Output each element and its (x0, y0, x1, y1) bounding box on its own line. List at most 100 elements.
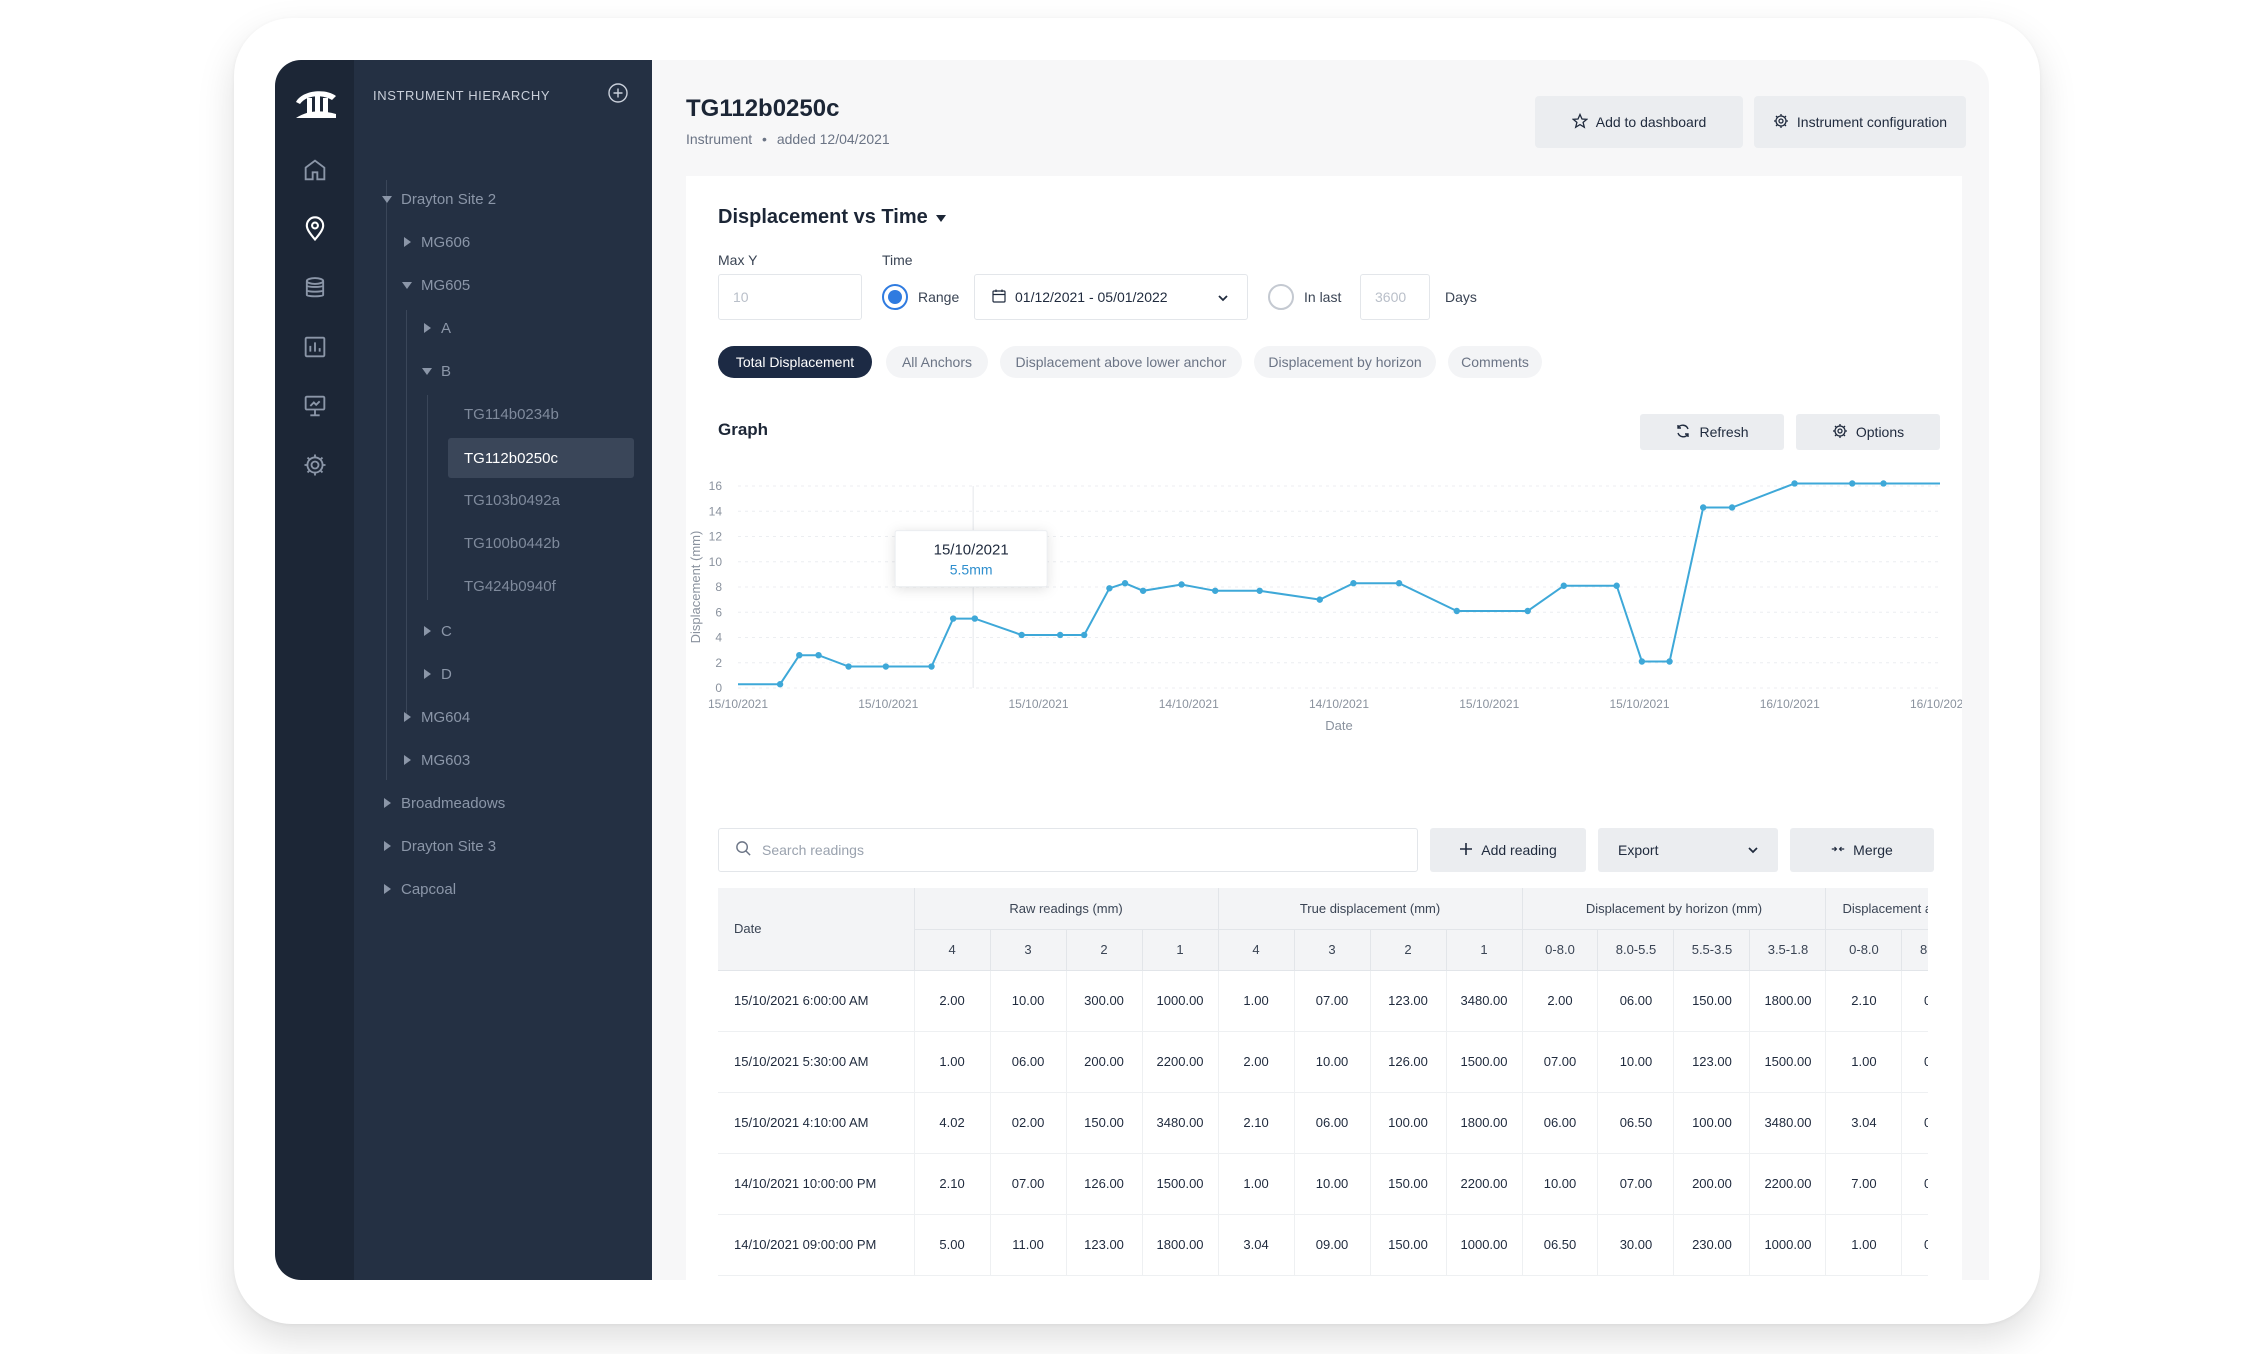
table-cell: 08.00 (1901, 1214, 1928, 1276)
sub-column-header[interactable]: 0-8.0 (1521, 929, 1598, 971)
options-button[interactable]: Options (1796, 414, 1940, 450)
tab-displacement-by-horizon[interactable]: Displacement by horizon (1254, 346, 1436, 378)
merge-button[interactable]: Merge (1790, 828, 1934, 872)
tree-node-mg603[interactable]: MG603 (400, 743, 470, 777)
tab-total-displacement[interactable]: Total Displacement (718, 346, 872, 378)
table-cell: 06.00 (1597, 970, 1674, 1032)
date-column-header[interactable]: Date (718, 888, 915, 971)
page-subtitle: Instrument • added 12/04/2021 (686, 131, 890, 147)
tree-node-drayton-site-3[interactable]: Drayton Site 3 (380, 829, 496, 863)
bar-chart-icon[interactable] (301, 333, 329, 361)
data-point (1178, 581, 1185, 588)
refresh-button[interactable]: Refresh (1640, 414, 1784, 450)
tree-node-c[interactable]: C (420, 614, 452, 648)
sub-column-header[interactable]: 2 (1065, 929, 1143, 971)
tree-leaf-instrument[interactable]: TG103b0492a (448, 483, 634, 517)
table-cell: 2200.00 (1749, 1153, 1826, 1215)
chart-selector[interactable]: Displacement vs Time (718, 206, 946, 229)
caret-right-icon (400, 755, 414, 765)
sub-column-header[interactable]: 3 (1293, 929, 1371, 971)
app-logo-icon[interactable] (292, 80, 338, 126)
date-range-select[interactable]: 01/12/2021 - 05/01/2022 (974, 274, 1248, 320)
tree-node-b[interactable]: B (420, 354, 451, 388)
table-cell: 3.04 (1825, 1092, 1902, 1154)
gear-icon (1773, 113, 1789, 132)
home-icon[interactable] (301, 156, 329, 184)
sub-column-header[interactable]: 2 (1369, 929, 1446, 971)
tree-node-broadmeadows[interactable]: Broadmeadows (380, 786, 505, 820)
instrument-hierarchy-panel: INSTRUMENT HIERARCHY Drayton Site 2 MG60… (354, 60, 652, 1280)
sub-column-header[interactable]: 1 (1445, 929, 1522, 971)
chevron-down-icon (1215, 290, 1231, 309)
database-icon[interactable] (301, 274, 329, 302)
table-row[interactable]: 15/10/2021 4:10:00 AM 4.02 02.00 150.00 3480… (718, 1092, 1928, 1154)
export-dropdown[interactable]: Export (1598, 828, 1778, 872)
tree-node-label: C (441, 622, 452, 640)
table-cell: 2.10 (913, 1153, 991, 1215)
table-cell: 3.04 (1217, 1214, 1295, 1276)
gear-icon[interactable] (301, 451, 329, 479)
table-cell: 10.00 (1293, 1031, 1371, 1093)
data-point (1613, 582, 1620, 589)
range-radio[interactable] (882, 284, 908, 310)
add-node-icon[interactable] (607, 82, 629, 104)
in-last-input[interactable]: 3600 (1360, 274, 1430, 320)
sub-column-header[interactable]: 4 (913, 929, 991, 971)
add-to-dashboard-button[interactable]: Add to dashboard (1535, 96, 1743, 148)
table-cell: 10.00 (989, 970, 1067, 1032)
tree-leaf-instrument[interactable]: TG424b0940f (448, 569, 634, 603)
tree-leaf-instrument-selected[interactable]: TG112b0250c (448, 438, 634, 478)
table-row[interactable]: 14/10/2021 10:00:00 PM 2.10 07.00 126.00 150… (718, 1153, 1928, 1215)
table-cell: 1.00 (1217, 1153, 1295, 1215)
in-last-label: In last (1304, 289, 1342, 305)
add-reading-button[interactable]: Add reading (1430, 828, 1586, 872)
presentation-icon[interactable] (301, 392, 329, 420)
table-cell: 1500.00 (1141, 1153, 1219, 1215)
location-pin-icon[interactable] (301, 215, 329, 243)
sub-column-header[interactable]: 5.5-3.5 (1673, 929, 1750, 971)
sub-column-header[interactable]: 0-8.0 (1825, 929, 1902, 971)
table-cell: 03.00 (1901, 1153, 1928, 1215)
table-cell: 3480.00 (1749, 1092, 1826, 1154)
sub-column-header[interactable]: 8.0-5.5 (1597, 929, 1674, 971)
table-row[interactable]: 15/10/2021 6:00:00 AM 2.00 10.00 300.00 1000… (718, 970, 1928, 1032)
table-row[interactable]: 15/10/2021 5:30:00 AM 1.00 06.00 200.00 2200… (718, 1031, 1928, 1093)
sub-column-header[interactable]: 8.0-5.5 (1901, 929, 1928, 971)
tree-node-label: MG605 (421, 276, 471, 294)
table-cell: 2.00 (1217, 1031, 1295, 1093)
table-cell: 02.00 (989, 1092, 1067, 1154)
search-readings-input[interactable]: Search readings (718, 828, 1418, 872)
instrument-configuration-label: Instrument configuration (1796, 114, 1948, 130)
sub-column-header[interactable]: 3.5-1.8 (1749, 929, 1826, 971)
tooltip-date: 15/10/2021 (934, 542, 1009, 559)
x-tick-label: 15/10/2021 (1609, 697, 1669, 711)
tree-node-mg606[interactable]: MG606 (400, 225, 470, 259)
tree-leaf-instrument[interactable]: TG114b0234b (448, 397, 634, 431)
table-cell: 1800.00 (1141, 1214, 1219, 1276)
max-y-input[interactable]: 10 (718, 274, 862, 320)
in-last-radio[interactable] (1268, 284, 1294, 310)
caret-right-icon (380, 884, 394, 894)
max-y-label: Max Y (718, 252, 758, 268)
sub-column-header[interactable]: 1 (1141, 929, 1219, 971)
table-row[interactable]: 14/10/2021 09:00:00 PM 5.00 11.00 123.00 180… (718, 1214, 1928, 1276)
tree-node-a[interactable]: A (420, 311, 451, 345)
row-date-cell: 14/10/2021 09:00:00 PM (718, 1214, 915, 1276)
tree-leaf-instrument[interactable]: TG100b0442b (448, 526, 634, 560)
tab-displacement-above-lower-anchor[interactable]: Displacement above lower anchor (1000, 346, 1242, 378)
tab-comments[interactable]: Comments (1448, 346, 1542, 378)
instrument-configuration-button[interactable]: Instrument configuration (1754, 96, 1966, 148)
sub-column-header[interactable]: 3 (989, 929, 1067, 971)
tree-node-d[interactable]: D (420, 657, 452, 691)
table-cell: 06.00 (1293, 1092, 1371, 1154)
row-date-cell: 15/10/2021 5:30:00 AM (718, 1031, 915, 1093)
star-icon (1571, 112, 1589, 132)
tree-node-mg604[interactable]: MG604 (400, 700, 470, 734)
tab-all-anchors[interactable]: All Anchors (886, 346, 988, 378)
x-tick-label: 14/10/2021 (1309, 697, 1369, 711)
tree-node-mg605[interactable]: MG605 (400, 268, 470, 302)
sub-column-header[interactable]: 4 (1217, 929, 1295, 971)
tree-node-drayton-site-2[interactable]: Drayton Site 2 (380, 182, 496, 216)
tree-node-capcoal[interactable]: Capcoal (380, 872, 456, 906)
table-cell: 2.00 (1521, 970, 1598, 1032)
